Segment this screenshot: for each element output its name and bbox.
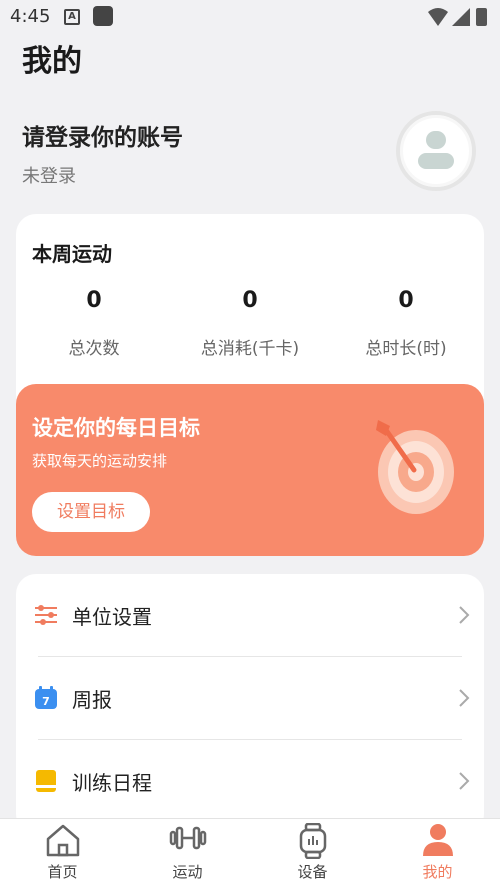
chevron-right-icon [459,689,470,707]
login-title[interactable]: 请登录你的账号 [22,118,183,152]
chevron-right-icon [459,772,470,790]
user-avatar-icon [418,131,454,169]
status-time: 4:45 [10,6,51,27]
weekly-title: 本周运动 [32,242,112,266]
watch-icon [299,823,326,859]
status-icons [426,6,490,32]
target-arrow-icon [376,420,454,514]
notebook-icon [36,770,56,792]
tab-sports[interactable]: 运动 [125,819,250,888]
menu-label: 单位设置 [72,605,152,629]
accessibility-icon: A [64,9,80,25]
stat-label: 总次数 [68,339,120,359]
menu-item-training-schedule[interactable]: 训练日程 [16,740,484,822]
page-title: 我的 [22,44,82,79]
tab-mine[interactable]: 我的 [375,819,500,888]
stat-duration: 0 总时长(时) [328,288,484,359]
stat-value: 0 [86,288,102,313]
tab-home[interactable]: 首页 [0,819,125,888]
tab-label: 运动 [172,863,203,881]
stats-row: 0 总次数 0 总消耗(千卡) 0 总时长(时) [16,288,484,359]
tab-devices[interactable]: 设备 [250,819,375,888]
settings-menu-card: 单位设置 7 周报 训练日程 [16,574,484,834]
battery-icon [476,8,487,26]
signal-icon [452,8,470,26]
sliders-icon [35,605,57,625]
chevron-right-icon [459,606,470,624]
goal-title: 设定你的每日目标 [32,416,200,440]
stat-label: 总时长(时) [365,339,447,359]
dumbbell-icon [169,826,206,850]
tab-label: 我的 [422,863,453,881]
stat-label: 总消耗(千卡) [200,339,300,359]
home-icon [46,824,79,857]
person-icon [422,824,453,856]
menu-label: 周报 [72,688,112,712]
bottom-tab-bar: 首页 运动 设备 我的 [0,818,500,888]
stat-calories: 0 总消耗(千卡) [172,288,328,359]
menu-label: 训练日程 [72,771,152,795]
menu-item-weekly-report[interactable]: 7 周报 [16,657,484,739]
calendar-icon: 7 [35,686,57,709]
login-status: 未登录 [22,166,76,187]
notification-icon [93,6,113,26]
avatar[interactable] [396,111,476,191]
goal-subtitle: 获取每天的运动安排 [32,452,168,470]
status-bar: 4:45 A [0,0,500,34]
stat-value: 0 [398,288,414,313]
stat-count: 0 总次数 [16,288,172,359]
tab-label: 首页 [47,863,78,881]
wifi-icon [428,8,448,26]
set-goal-button[interactable]: 设置目标 [32,492,150,532]
tab-label: 设备 [297,863,328,881]
calendar-badge: 7 [42,695,50,708]
daily-goal-card[interactable]: 设定你的每日目标 获取每天的运动安排 设置目标 [16,384,484,556]
menu-item-units[interactable]: 单位设置 [16,574,484,656]
stat-value: 0 [242,288,258,313]
